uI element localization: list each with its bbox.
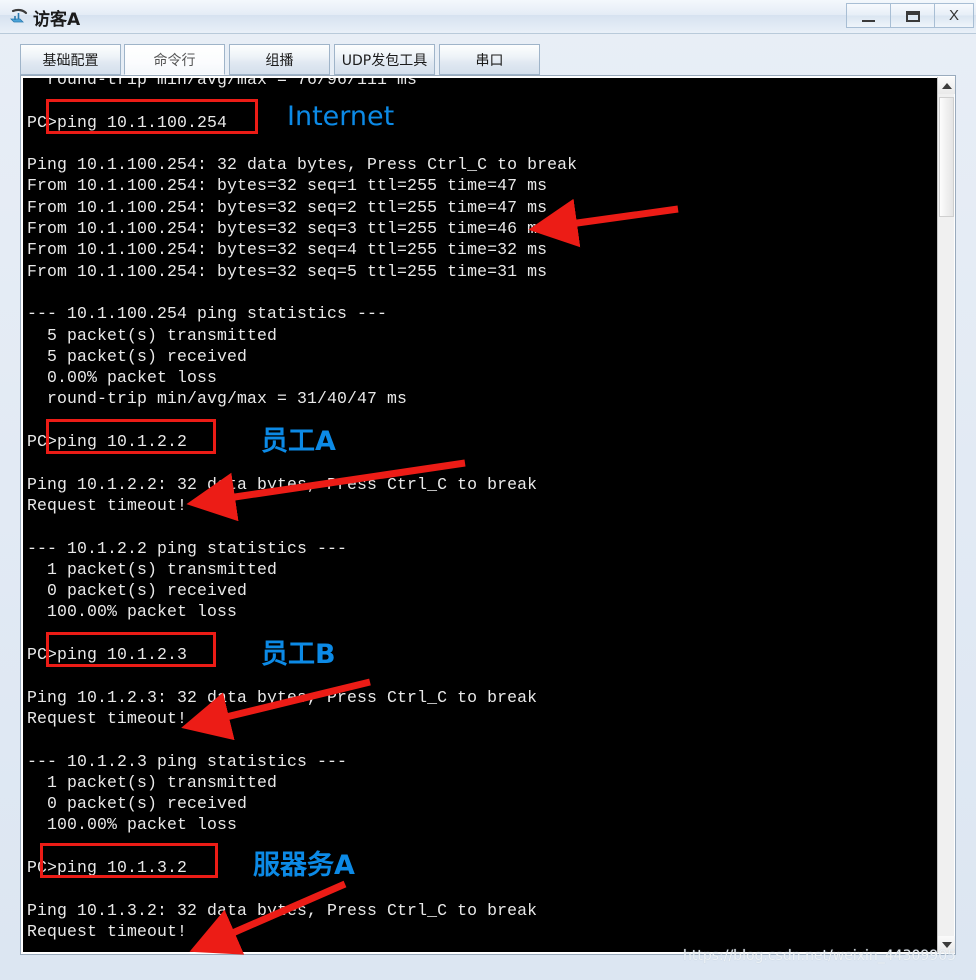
scroll-up-button[interactable]	[938, 77, 955, 94]
application-window: 访客A X 基础配置 命令行 组播 UDP发包工具 串口 round-trip …	[0, 0, 976, 980]
close-button[interactable]: X	[934, 3, 974, 28]
tab-serial-port[interactable]: 串口	[439, 44, 540, 75]
terminal-scrollbar[interactable]	[937, 77, 955, 953]
tab-udp-tool[interactable]: UDP发包工具	[334, 44, 435, 75]
tab-bar: 基础配置 命令行 组播 UDP发包工具 串口	[20, 44, 956, 76]
terminal-panel: round-trip min/avg/max = 76/96/111 ms PC…	[20, 75, 956, 955]
tab-label: 命令行	[153, 52, 196, 69]
maximize-icon	[906, 11, 920, 22]
tab-multicast[interactable]: 组播	[229, 44, 330, 75]
terminal-output-area[interactable]: round-trip min/avg/max = 76/96/111 ms PC…	[23, 78, 938, 952]
tab-label: UDP发包工具	[341, 52, 428, 69]
maximize-button[interactable]	[890, 3, 934, 28]
minimize-button[interactable]	[846, 3, 890, 28]
chevron-down-icon	[941, 941, 952, 948]
title-bar: 访客A X	[0, 0, 976, 34]
terminal-text: round-trip min/avg/max = 76/96/111 ms PC…	[27, 78, 578, 941]
tab-basic-config[interactable]: 基础配置	[20, 44, 121, 75]
tab-label: 组播	[265, 52, 294, 69]
network-host-icon	[10, 8, 28, 23]
chevron-up-icon	[941, 82, 952, 89]
window-title: 访客A	[33, 10, 81, 30]
tab-label: 串口	[475, 52, 504, 69]
close-icon: X	[948, 7, 959, 24]
tab-command-line[interactable]: 命令行	[124, 44, 225, 75]
tab-label: 基础配置	[42, 52, 99, 69]
scroll-down-button[interactable]	[938, 936, 955, 953]
minimize-icon	[862, 20, 875, 22]
scrollbar-thumb[interactable]	[939, 97, 954, 217]
